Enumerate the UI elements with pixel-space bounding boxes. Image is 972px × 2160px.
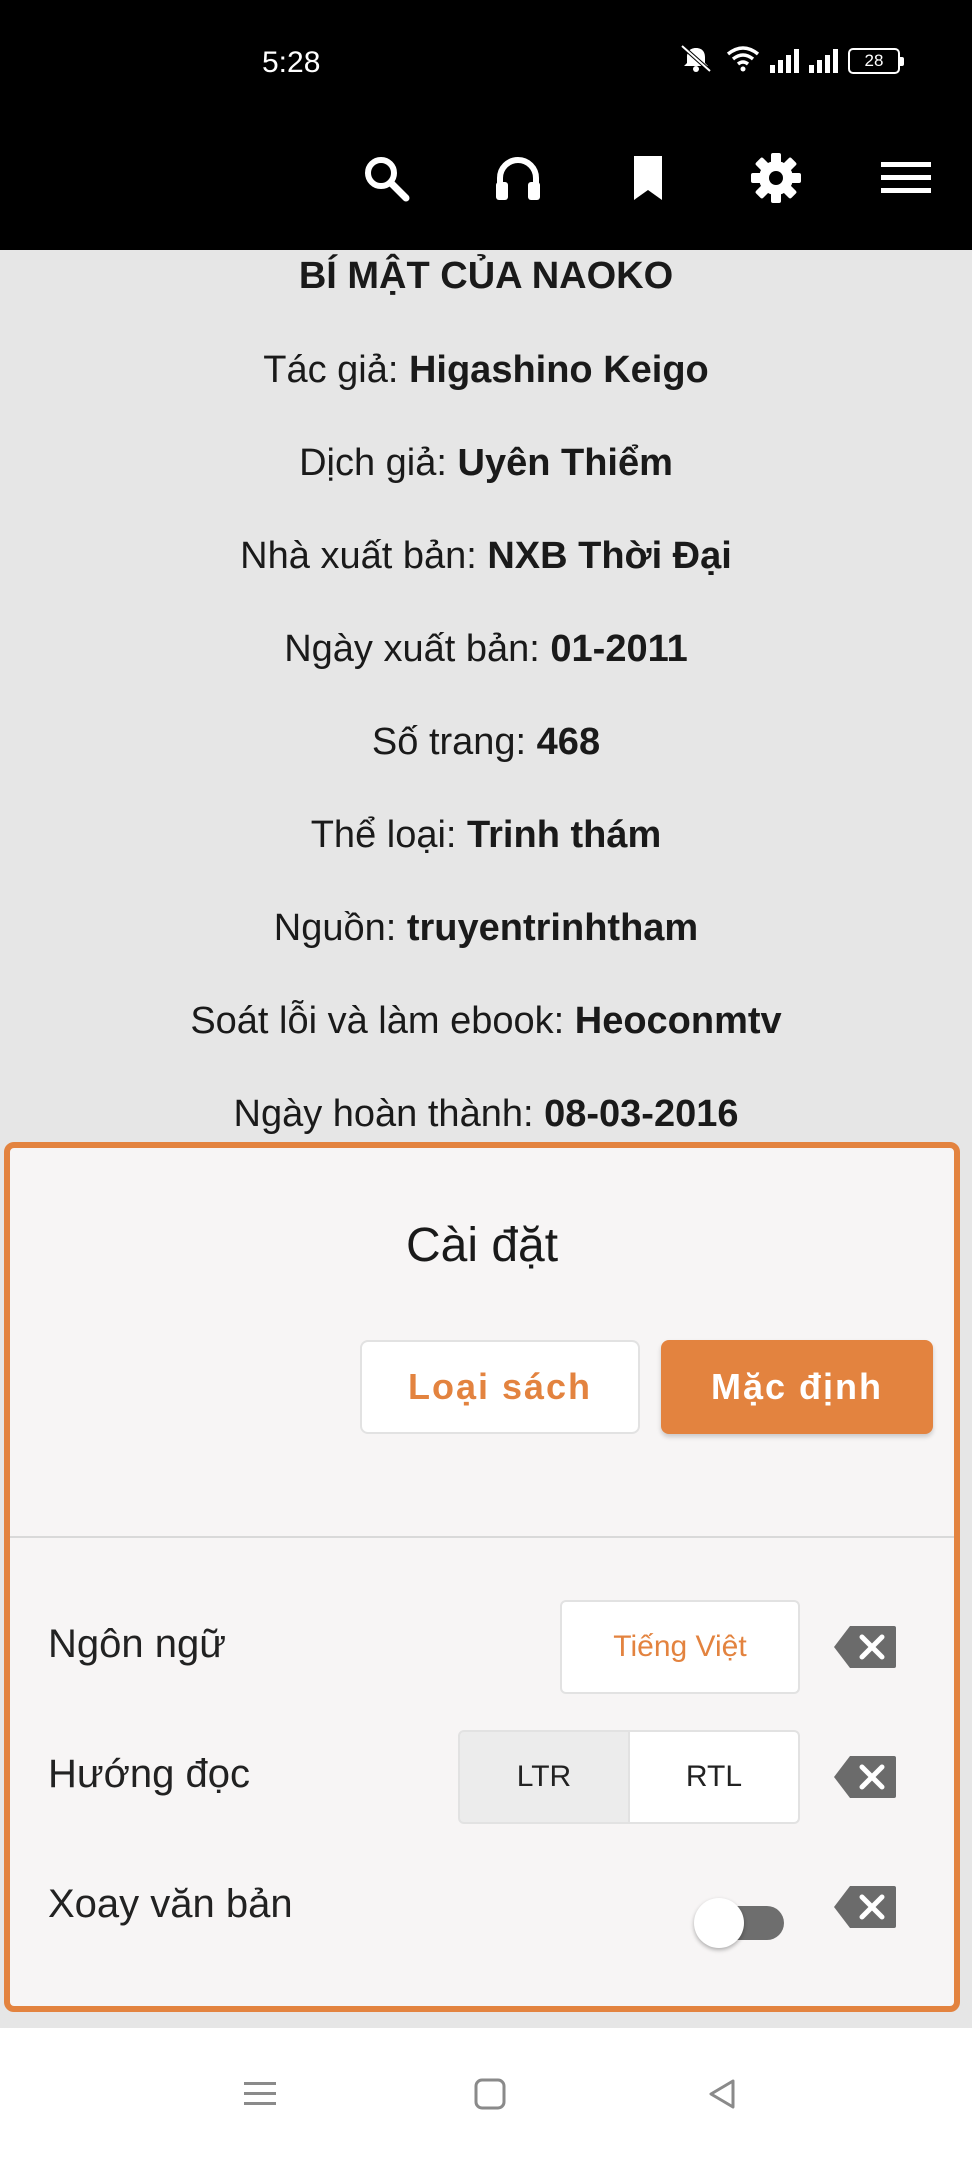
rotate-text-label: Xoay văn bản [48, 1882, 293, 1926]
language-select[interactable]: Tiếng Việt [560, 1600, 800, 1694]
menu-icon[interactable] [878, 150, 934, 206]
publisher-line: Nhà xuất bản: NXB Thời Đại [0, 534, 972, 578]
translator-line: Dịch giả: Uyên Thiểm [0, 441, 972, 485]
system-nav-bar [0, 2028, 972, 2160]
battery-icon: 28 [848, 47, 904, 74]
direction-rtl-option[interactable]: RTL [630, 1730, 800, 1824]
toggle-knob [694, 1898, 744, 1948]
backspace-icon [834, 1756, 896, 1798]
page-count-label: Số trang: [371, 721, 537, 763]
gear-icon[interactable] [748, 150, 804, 206]
completion-date-line: Ngày hoàn thành: 08-03-2016 [0, 1092, 972, 1136]
author-value: Higashino Keigo [408, 349, 709, 391]
genre-line: Thể loại: Trinh thám [0, 813, 972, 857]
author-label: Tác giả: [263, 349, 409, 391]
settings-panel: Cài đặt Loại sách Mặc định Ngôn ngữ Tiến… [4, 1142, 960, 2012]
source-line: Nguồn: truyentrinhtham [0, 906, 972, 950]
mute-icon [676, 44, 716, 77]
publish-date-label: Ngày xuất bản: [284, 628, 551, 670]
recent-apps-icon[interactable] [238, 2072, 282, 2116]
publish-date-line: Ngày xuất bản: 01-2011 [0, 627, 972, 671]
headphones-icon[interactable] [490, 150, 546, 206]
ebook-maker-value: Heoconmtv [574, 1000, 782, 1042]
status-time: 5:28 [262, 46, 321, 79]
source-value: truyentrinhtham [406, 907, 699, 949]
back-icon[interactable] [700, 2072, 744, 2116]
search-icon[interactable] [358, 150, 414, 206]
ebook-maker-label: Soát lỗi và làm ebook: [190, 1000, 575, 1042]
source-label: Nguồn: [273, 907, 407, 949]
rotate-text-toggle[interactable] [694, 1898, 786, 1948]
wifi-icon [726, 44, 760, 77]
status-icons: 28 [676, 44, 904, 77]
completion-date-value: 08-03-2016 [544, 1093, 739, 1135]
author-line: Tác giả: Higashino Keigo [0, 348, 972, 392]
publisher-label: Nhà xuất bản: [240, 535, 488, 577]
book-title: BÍ MẬT CỦA NAOKO [298, 255, 674, 297]
direction-ltr-option[interactable]: LTR [458, 1730, 630, 1824]
backspace-icon [834, 1626, 896, 1668]
ebook-maker-line: Soát lỗi và làm ebook: Heoconmtv [0, 999, 972, 1043]
translator-value: Uyên Thiểm [457, 442, 673, 484]
home-icon[interactable] [468, 2072, 512, 2116]
bookmark-icon[interactable] [620, 150, 676, 206]
settings-title: Cài đặt [405, 1219, 559, 1272]
clear-direction-button[interactable] [832, 1754, 898, 1800]
default-button[interactable]: Mặc định [661, 1340, 933, 1434]
backspace-icon [834, 1886, 896, 1928]
completion-date-label: Ngày hoàn thành: [233, 1093, 545, 1135]
publisher-value: NXB Thời Đại [487, 535, 732, 577]
genre-value: Trinh thám [467, 814, 662, 856]
reading-direction-label: Hướng đọc [48, 1752, 250, 1796]
signal-icon [809, 48, 838, 73]
clear-rotate-button[interactable] [832, 1884, 898, 1930]
book-type-button[interactable]: Loại sách [360, 1340, 640, 1434]
language-label: Ngôn ngữ [48, 1622, 227, 1666]
signal-icon [770, 48, 799, 73]
page-count-line: Số trang: 468 [0, 720, 972, 764]
genre-label: Thể loại: [310, 814, 468, 856]
translator-label: Dịch giả: [299, 442, 458, 484]
page-count-value: 468 [536, 721, 601, 763]
divider [10, 1536, 954, 1538]
publish-date-value: 01-2011 [550, 628, 688, 670]
top-bar: 5:28 28 [0, 0, 972, 250]
clear-language-button[interactable] [832, 1624, 898, 1670]
